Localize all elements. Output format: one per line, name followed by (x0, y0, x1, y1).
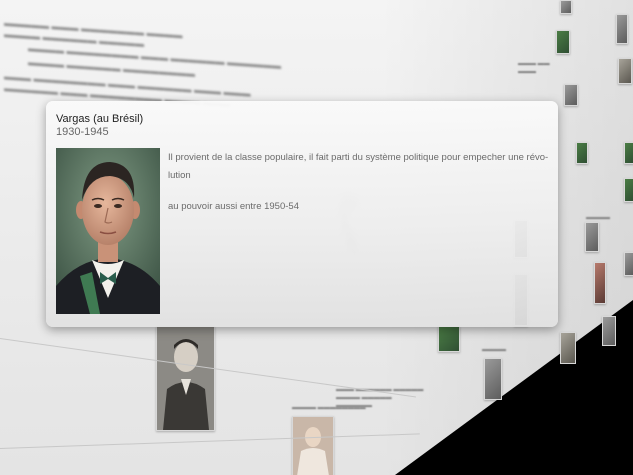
timeline-thumbnail[interactable] (624, 252, 633, 276)
popup-description: Il provient de la classe populaire, il f… (168, 152, 549, 181)
timeline-thumbnail[interactable] (624, 142, 633, 164)
timeline-thumbnail[interactable] (624, 178, 633, 202)
timeline-stage: ▬▬▬▬▬ ▬▬▬ ▬▬▬▬▬▬▬ ▬▬▬▬ ▬▬▬▬ ▬▬▬▬▬▬ ▬▬▬▬▬… (0, 0, 633, 475)
person-silhouette-icon (157, 327, 214, 430)
timeline-portrait-thumbnail[interactable] (156, 326, 215, 431)
timeline-thumbnail[interactable] (618, 58, 632, 84)
timeline-thumbnail[interactable] (564, 84, 578, 106)
timeline-thumbnail[interactable] (594, 262, 606, 304)
timeline-portrait-thumbnail[interactable] (292, 416, 334, 475)
timeline-thumbnail[interactable] (484, 358, 502, 400)
timeline-thumbnail[interactable] (585, 222, 599, 252)
person-silhouette-icon (293, 417, 333, 475)
timeline-thumbnail[interactable] (602, 316, 616, 346)
timeline-event-popup[interactable]: Vargas (au Brésil) 1930-1945 Il provient… (46, 101, 558, 327)
timeline-caption: ▬▬▬ ▬▬ ▬▬▬ (518, 61, 550, 75)
timeline-caption: ▬▬▬ ▬▬▬▬▬▬ ▬▬▬▬▬ ▬▬▬▬ ▬▬▬▬▬ ▬▬▬▬▬▬ (336, 387, 424, 409)
timeline-thumbnail[interactable] (616, 14, 628, 44)
popup-title: Vargas (au Brésil) (56, 113, 144, 125)
portrait-icon (56, 148, 160, 314)
timeline-thumbnail[interactable] (560, 332, 576, 364)
timeline-caption: ▬▬▬▬ (482, 347, 506, 353)
timeline-caption: ▬▬▬▬ (586, 215, 610, 221)
timeline-thumbnail[interactable] (556, 30, 570, 54)
portrait-image (56, 148, 160, 314)
popup-dates: 1930-1945 (56, 126, 109, 138)
timeline-thumbnail[interactable] (576, 142, 588, 164)
timeline-thumbnail[interactable] (560, 0, 572, 14)
popup-note: au pouvoir aussi entre 1950-54 (168, 201, 299, 212)
timeline-thumbnail[interactable] (438, 326, 460, 352)
